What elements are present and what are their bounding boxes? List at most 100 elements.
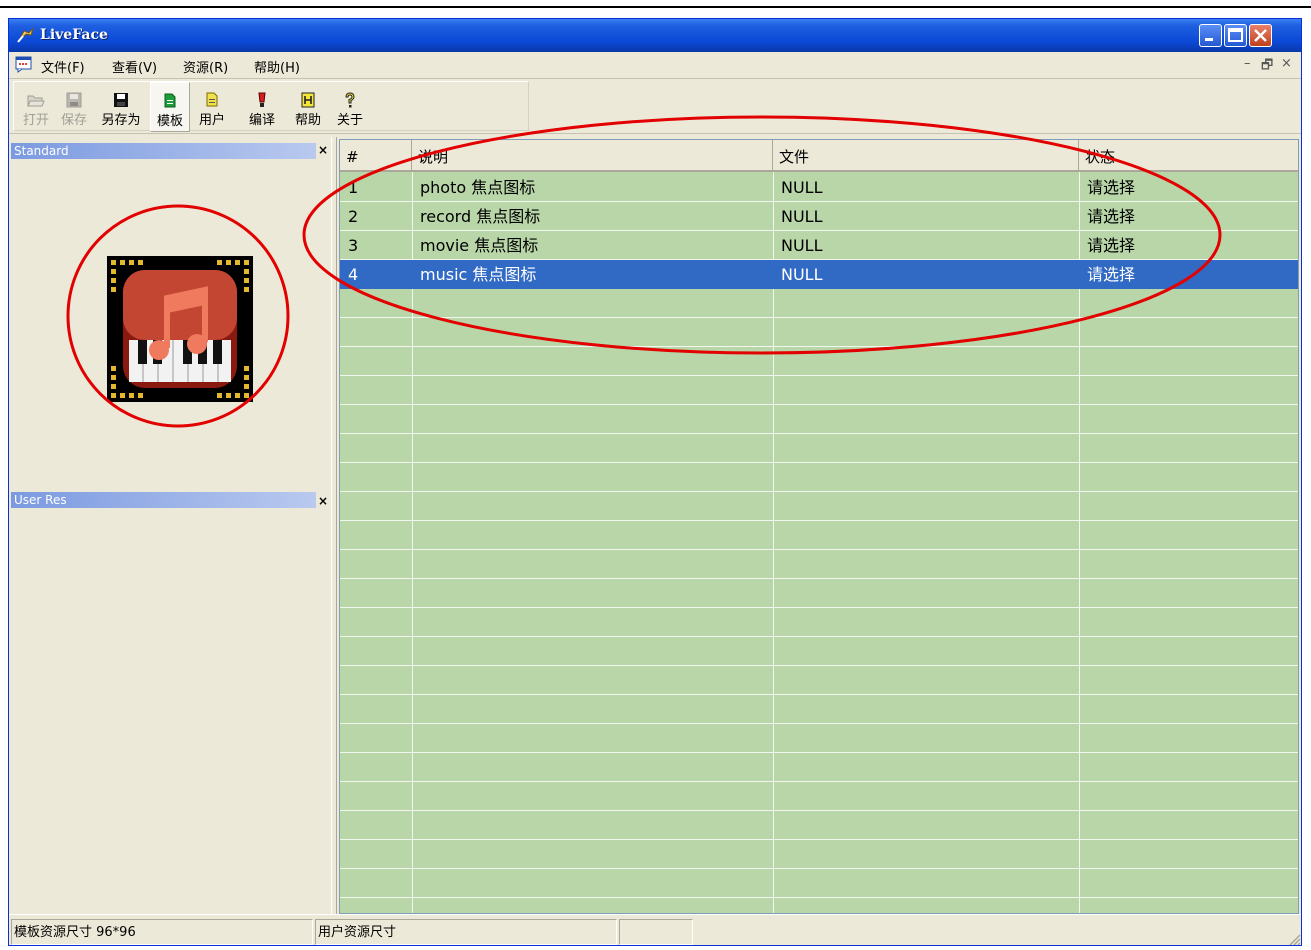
row-gridline <box>340 636 1298 637</box>
header-number[interactable]: # <box>340 140 412 170</box>
panel-splitter[interactable] <box>331 137 337 915</box>
row-gridline <box>340 520 1298 521</box>
header-status[interactable]: 状态 <box>1079 140 1298 170</box>
row-file[interactable]: NULL <box>773 202 823 231</box>
user-res-panel-close-button[interactable]: × <box>318 494 328 508</box>
music-app-icon[interactable] <box>107 256 253 402</box>
status-bar: 模板资源尺寸 96*96 用户资源尺寸 <box>9 914 1301 946</box>
menu-bar: 文件(F) 查看(V) 资源(R) 帮助(H) – 🗗 × <box>9 52 1301 79</box>
row-status[interactable]: 请选择 <box>1079 231 1135 260</box>
open-label: 打开 <box>22 113 49 128</box>
save-as-label: 另存为 <box>101 113 141 128</box>
row-description: photo 焦点图标 <box>420 178 536 197</box>
toolbar-group: 打开 保存 另存为 模板 用户 编译 帮助 关于 <box>13 81 529 132</box>
row-description: record 焦点图标 <box>420 207 541 226</box>
app-logo-icon <box>17 27 34 43</box>
row-gridline <box>340 607 1298 608</box>
row-description: movie 焦点图标 <box>420 236 539 255</box>
row-gridline <box>340 578 1298 579</box>
row-number: 2 <box>348 207 359 226</box>
app-window: LiveFace 文件(F) 查看(V) 资源(R) 帮助(H) – 🗗 × 打… <box>8 18 1302 946</box>
maximize-icon <box>1228 28 1243 42</box>
row-gridline <box>340 839 1298 840</box>
minimize-button[interactable] <box>1199 24 1222 47</box>
save-disk-icon <box>66 92 82 108</box>
row-gridline <box>340 317 1298 318</box>
row-gridline <box>340 346 1298 347</box>
page-top-rule <box>0 6 1311 8</box>
close-window-button[interactable] <box>1249 24 1272 47</box>
compile-button[interactable]: 编译 <box>242 82 282 132</box>
resource-table: # 说明 文件 状态 1 photo 焦点图标 NULL 请选择 2 recor… <box>339 139 1299 914</box>
title-bar[interactable]: LiveFace <box>9 19 1301 52</box>
row-description: music 焦点图标 <box>420 265 537 284</box>
user-page-icon <box>206 92 218 107</box>
row-number: 1 <box>348 178 359 197</box>
row-status[interactable]: 请选择 <box>1079 173 1135 202</box>
row-file[interactable]: NULL <box>773 260 823 289</box>
mdi-close-button[interactable]: × <box>1281 56 1292 71</box>
template-page-icon <box>164 93 176 108</box>
header-file[interactable]: 文件 <box>773 140 1079 170</box>
save-label: 保存 <box>60 113 87 128</box>
open-button[interactable]: 打开 <box>18 82 54 132</box>
row-gridline <box>340 694 1298 695</box>
close-icon <box>1254 29 1267 42</box>
row-gridline <box>340 433 1298 434</box>
row-number: 3 <box>348 236 359 255</box>
document-icon <box>15 56 32 73</box>
row-file[interactable]: NULL <box>773 173 823 202</box>
minimize-icon <box>1205 38 1213 41</box>
row-status[interactable]: 请选择 <box>1079 202 1135 231</box>
save-as-disk-icon <box>114 93 128 107</box>
toolbar: 打开 保存 另存为 模板 用户 编译 帮助 关于 <box>9 79 1301 134</box>
save-as-button[interactable]: 另存为 <box>94 82 148 132</box>
row-gridline <box>340 375 1298 376</box>
row-gridline <box>340 462 1298 463</box>
row-file[interactable]: NULL <box>773 231 823 260</box>
row-gridline <box>340 810 1298 811</box>
header-description[interactable]: 说明 <box>412 140 773 170</box>
menu-file[interactable]: 文件(F) <box>41 57 85 76</box>
row-gridline <box>340 404 1298 405</box>
standard-panel-close-button[interactable]: × <box>318 143 328 157</box>
row-gridline <box>340 549 1298 550</box>
table-header: # 说明 文件 状态 <box>340 140 1298 172</box>
status-panel-3 <box>619 919 693 945</box>
user-label: 用户 <box>198 113 225 128</box>
row-gridline <box>340 491 1298 492</box>
window-title: LiveFace <box>40 27 108 43</box>
help-label: 帮助 <box>294 113 321 128</box>
row-gridline <box>340 723 1298 724</box>
compile-icon <box>258 92 266 107</box>
row-status[interactable]: 请选择 <box>1079 260 1135 289</box>
user-res-panel-title: User Res <box>11 492 316 508</box>
open-folder-icon <box>27 95 45 107</box>
row-gridline <box>340 752 1298 753</box>
maximize-button[interactable] <box>1224 24 1247 47</box>
row-gridline <box>340 897 1298 898</box>
help-button[interactable]: 帮助 <box>288 82 328 132</box>
row-gridline <box>340 665 1298 666</box>
status-template-size: 模板资源尺寸 96*96 <box>11 919 313 945</box>
status-user-size: 用户资源尺寸 <box>315 919 617 945</box>
mdi-restore-button[interactable]: 🗗 <box>1261 56 1273 78</box>
resize-grip-icon[interactable] <box>1287 932 1301 946</box>
row-number: 4 <box>348 265 359 284</box>
menu-help[interactable]: 帮助(H) <box>254 57 300 76</box>
mdi-minimize-button[interactable]: – <box>1244 56 1251 71</box>
template-button[interactable]: 模板 <box>150 82 190 132</box>
menu-view[interactable]: 查看(V) <box>112 57 157 76</box>
menu-resources[interactable]: 资源(R) <box>183 57 228 76</box>
save-button[interactable]: 保存 <box>56 82 92 132</box>
row-gridline <box>340 781 1298 782</box>
user-button[interactable]: 用户 <box>192 82 232 132</box>
about-button[interactable]: 关于 <box>330 82 370 132</box>
standard-panel <box>11 174 329 494</box>
about-label: 关于 <box>336 113 363 128</box>
row-gridline <box>340 868 1298 869</box>
compile-label: 编译 <box>248 113 275 128</box>
help-book-icon <box>301 92 315 108</box>
template-label: 模板 <box>156 114 183 129</box>
user-res-panel <box>11 511 329 909</box>
